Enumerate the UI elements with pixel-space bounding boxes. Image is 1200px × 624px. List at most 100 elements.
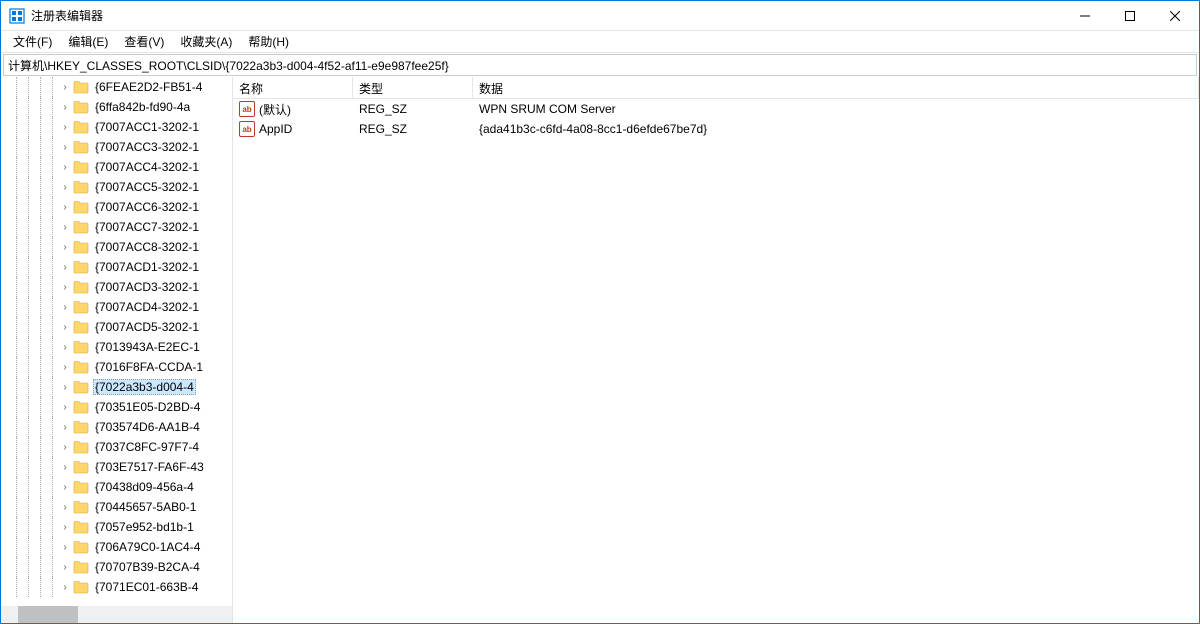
- tree-item[interactable]: ›{70438d09-456a-4: [1, 477, 232, 497]
- list-row[interactable]: abAppIDREG_SZ{ada41b3c-c6fd-4a08-8cc1-d6…: [233, 119, 1199, 139]
- tree-item-label: {706A79C0-1AC4-4: [93, 540, 202, 554]
- cell-type: REG_SZ: [353, 122, 473, 136]
- chevron-right-icon[interactable]: ›: [59, 362, 71, 373]
- cell-name: abAppID: [233, 121, 353, 137]
- chevron-right-icon[interactable]: ›: [59, 82, 71, 93]
- chevron-right-icon[interactable]: ›: [59, 582, 71, 593]
- tree-item[interactable]: › {7057e952-bd1b-1: [1, 517, 232, 537]
- chevron-right-icon[interactable]: ›: [59, 482, 71, 493]
- tree-item[interactable]: › {6FEAE2D2-FB51-4: [1, 77, 232, 97]
- list-row[interactable]: ab(默认)REG_SZWPN SRUM COM Server: [233, 99, 1199, 119]
- close-button[interactable]: [1152, 2, 1197, 30]
- chevron-right-icon[interactable]: ›: [59, 202, 71, 213]
- tree-item[interactable]: ›{70351E05-D2BD-4: [1, 397, 232, 417]
- cell-type: REG_SZ: [353, 102, 473, 116]
- column-header-data[interactable]: 数据: [473, 77, 1199, 98]
- chevron-right-icon[interactable]: ›: [59, 402, 71, 413]
- list-header: 名称 类型 数据: [233, 77, 1199, 99]
- column-header-type[interactable]: 类型: [353, 77, 473, 98]
- minimize-button[interactable]: [1062, 2, 1107, 30]
- address-bar[interactable]: 计算机\HKEY_CLASSES_ROOT\CLSID\{7022a3b3-d0…: [3, 54, 1197, 76]
- tree-item[interactable]: › {706A79C0-1AC4-4: [1, 537, 232, 557]
- tree-item[interactable]: ›{7007ACC8-3202-1: [1, 237, 232, 257]
- tree-item[interactable]: › {7037C8FC-97F7-4: [1, 437, 232, 457]
- tree-item[interactable]: › {7022a3b3-d004-4: [1, 377, 232, 397]
- tree-item-label: {7022a3b3-d004-4: [93, 379, 196, 395]
- tree-item[interactable]: ›{7071EC01-663B-4: [1, 577, 232, 597]
- cell-name: ab(默认): [233, 101, 353, 118]
- chevron-right-icon[interactable]: ›: [59, 422, 71, 433]
- chevron-right-icon[interactable]: ›: [59, 262, 71, 273]
- scrollbar-thumb[interactable]: [18, 606, 78, 623]
- tree-item-label: {6FEAE2D2-FB51-4: [93, 80, 204, 94]
- chevron-right-icon[interactable]: ›: [59, 382, 71, 393]
- menu-view[interactable]: 查看(V): [116, 31, 172, 52]
- menu-file[interactable]: 文件(F): [5, 31, 60, 52]
- tree-item[interactable]: ›{7007ACC5-3202-1: [1, 177, 232, 197]
- tree-item[interactable]: ›{7007ACC6-3202-1: [1, 197, 232, 217]
- address-path: 计算机\HKEY_CLASSES_ROOT\CLSID\{7022a3b3-d0…: [8, 57, 449, 74]
- menu-favorites[interactable]: 收藏夹(A): [172, 31, 240, 52]
- maximize-button[interactable]: [1107, 2, 1152, 30]
- tree-item-label: {7007ACD4-3202-1: [93, 300, 201, 314]
- chevron-right-icon[interactable]: ›: [59, 302, 71, 313]
- tree-item[interactable]: › {7007ACD4-3202-1: [1, 297, 232, 317]
- menu-help[interactable]: 帮助(H): [240, 31, 297, 52]
- chevron-right-icon[interactable]: ›: [59, 242, 71, 253]
- tree-item[interactable]: › {6ffa842b-fd90-4a: [1, 97, 232, 117]
- chevron-right-icon[interactable]: ›: [59, 342, 71, 353]
- tree-item-label: {7007ACC7-3202-1: [93, 220, 201, 234]
- chevron-right-icon[interactable]: ›: [59, 562, 71, 573]
- chevron-right-icon[interactable]: ›: [59, 182, 71, 193]
- chevron-right-icon[interactable]: ›: [59, 322, 71, 333]
- chevron-right-icon[interactable]: ›: [59, 162, 71, 173]
- chevron-right-icon[interactable]: ›: [59, 502, 71, 513]
- chevron-right-icon[interactable]: ›: [59, 522, 71, 533]
- tree-item[interactable]: ›{703E7517-FA6F-43: [1, 457, 232, 477]
- tree-item-label: {6ffa842b-fd90-4a: [93, 100, 192, 114]
- tree-item[interactable]: ›{7013943A-E2EC-1: [1, 337, 232, 357]
- chevron-right-icon[interactable]: ›: [59, 102, 71, 113]
- tree-item[interactable]: › {70707B39-B2CA-4: [1, 557, 232, 577]
- tree-item[interactable]: › {7007ACD3-3202-1: [1, 277, 232, 297]
- string-value-icon: ab: [239, 101, 255, 117]
- menu-edit[interactable]: 编辑(E): [60, 31, 116, 52]
- chevron-right-icon[interactable]: ›: [59, 442, 71, 453]
- chevron-right-icon[interactable]: ›: [59, 122, 71, 133]
- content-area: ›{6FEAE2D2-FB51-4›{6ffa842b-fd90-4a›{700…: [1, 77, 1199, 623]
- window-title: 注册表编辑器: [31, 7, 1062, 24]
- chevron-right-icon[interactable]: ›: [59, 462, 71, 473]
- tree-panel: ›{6FEAE2D2-FB51-4›{6ffa842b-fd90-4a›{700…: [1, 77, 233, 623]
- tree-item-label: {7007ACD1-3202-1: [93, 260, 201, 274]
- cell-data: {ada41b3c-c6fd-4a08-8cc1-d6efde67be7d}: [473, 122, 1199, 136]
- tree-item-label: {7007ACD3-3202-1: [93, 280, 201, 294]
- tree-item[interactable]: › {7007ACC4-3202-1: [1, 157, 232, 177]
- app-icon: [9, 8, 25, 24]
- tree-item[interactable]: › {703574D6-AA1B-4: [1, 417, 232, 437]
- chevron-right-icon[interactable]: ›: [59, 542, 71, 553]
- tree-item-label: {703574D6-AA1B-4: [93, 420, 202, 434]
- chevron-right-icon[interactable]: ›: [59, 142, 71, 153]
- list-panel: 名称 类型 数据 ab(默认)REG_SZWPN SRUM COM Server…: [233, 77, 1199, 623]
- tree-item[interactable]: › {7007ACD1-3202-1: [1, 257, 232, 277]
- chevron-right-icon[interactable]: ›: [59, 282, 71, 293]
- tree-item-label: {7037C8FC-97F7-4: [93, 440, 201, 454]
- tree-item[interactable]: › {7007ACC7-3202-1: [1, 217, 232, 237]
- tree-item-label: {7007ACC4-3202-1: [93, 160, 201, 174]
- tree-scroll[interactable]: ›{6FEAE2D2-FB51-4›{6ffa842b-fd90-4a›{700…: [1, 77, 232, 623]
- tree-item-label: {7057e952-bd1b-1: [93, 520, 196, 534]
- menubar: 文件(F) 编辑(E) 查看(V) 收藏夹(A) 帮助(H): [1, 31, 1199, 53]
- window-controls: [1062, 2, 1197, 30]
- string-value-icon: ab: [239, 121, 255, 137]
- tree-horizontal-scrollbar[interactable]: [1, 606, 232, 623]
- tree-item[interactable]: › {7007ACD5-3202-1: [1, 317, 232, 337]
- tree-item-label: {70707B39-B2CA-4: [93, 560, 202, 574]
- column-header-name[interactable]: 名称: [233, 77, 353, 98]
- chevron-right-icon[interactable]: ›: [59, 222, 71, 233]
- tree-item[interactable]: ›{7007ACC1-3202-1: [1, 117, 232, 137]
- tree-item-label: {7007ACC3-3202-1: [93, 140, 201, 154]
- tree-item[interactable]: ›{7016F8FA-CCDA-1: [1, 357, 232, 377]
- tree-item[interactable]: ›{70445657-5AB0-1: [1, 497, 232, 517]
- tree-item-label: {7007ACD5-3202-1: [93, 320, 201, 334]
- tree-item[interactable]: › {7007ACC3-3202-1: [1, 137, 232, 157]
